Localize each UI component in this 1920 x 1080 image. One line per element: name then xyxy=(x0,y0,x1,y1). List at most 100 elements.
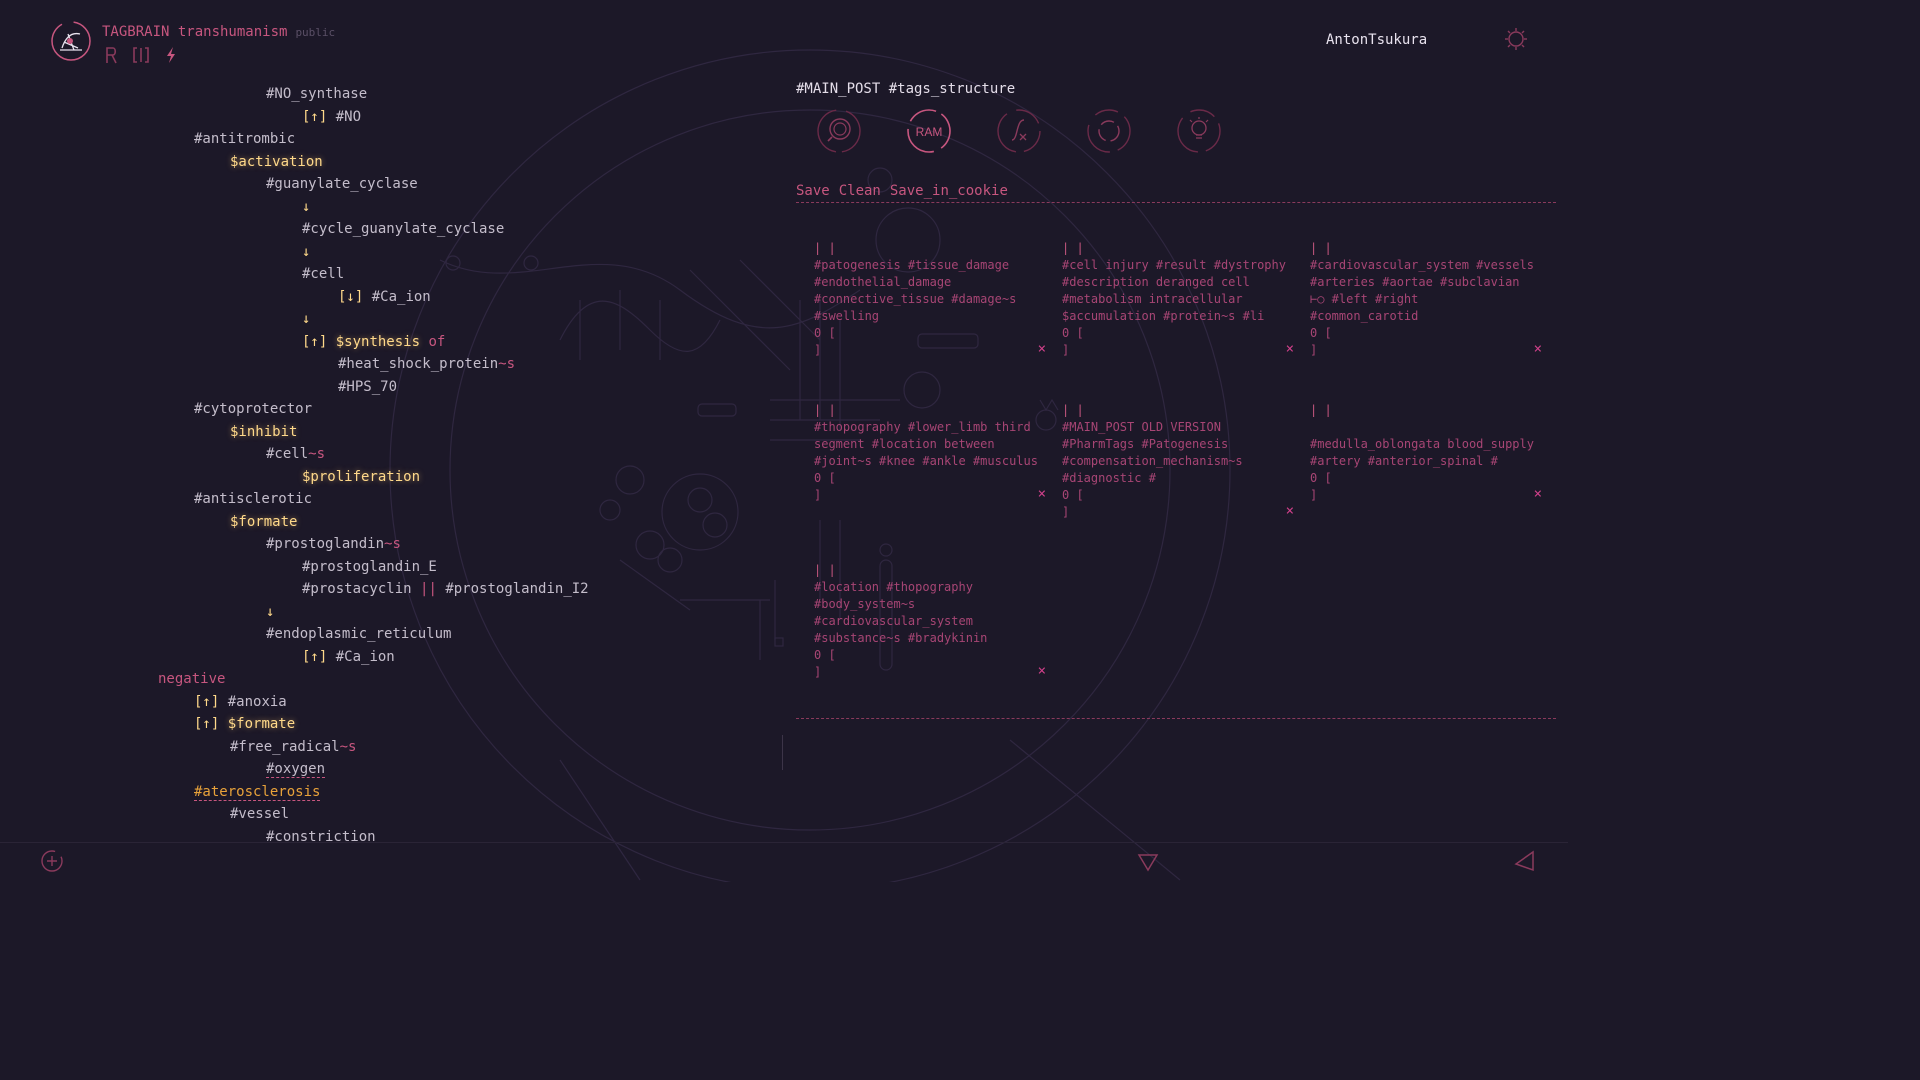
tree-row[interactable]: #free_radical~s xyxy=(230,737,356,757)
triangle-down-icon[interactable] xyxy=(1137,852,1159,876)
tag-card[interactable]: | | #cell injury #result #dystrophy #descr… xyxy=(1062,240,1294,359)
variable-tag: $synthesis xyxy=(335,333,421,350)
user-name[interactable]: AntonTsukura xyxy=(1326,32,1427,48)
tree-row[interactable]: #cycle_guanylate_cyclase xyxy=(302,219,504,239)
r-icon[interactable] xyxy=(104,46,118,68)
tree-row[interactable]: ↓ xyxy=(302,242,310,262)
tag-card[interactable]: | | #thopography #lower_limb third segment… xyxy=(814,402,1046,504)
tag-card[interactable]: | | #location #thopography #body_system~s #… xyxy=(814,562,1046,681)
tree-row[interactable]: #endoplasmic_reticulum xyxy=(266,624,451,644)
tree-row[interactable]: ↓ xyxy=(302,309,310,329)
card-tag-line: ⊢○ #left #right xyxy=(1310,292,1419,306)
card-tag-line xyxy=(1310,419,1542,436)
tree-row[interactable]: #antitrombic xyxy=(194,129,295,149)
card-tag-line: #thopography #lower_limb third xyxy=(814,420,1031,434)
tree-row[interactable]: #oxygen xyxy=(266,759,326,779)
tag-text: #vessel xyxy=(230,806,290,822)
arrow-bracket: [↑] xyxy=(302,648,328,665)
tag-card[interactable]: | | #patogenesis #tissue_damage #endotheli… xyxy=(814,240,1046,359)
tree-row[interactable]: [↑] #anoxia xyxy=(194,692,287,712)
card-close-icon[interactable]: × xyxy=(1534,486,1542,503)
card-count: 0 [ xyxy=(1310,326,1332,340)
plural-suffix: ~s xyxy=(339,738,357,755)
variable-tag: $formate xyxy=(230,513,298,530)
card-pipes: | | xyxy=(814,403,836,417)
card-close-icon[interactable]: × xyxy=(1286,341,1294,358)
tree-row[interactable]: #guanylate_cyclase xyxy=(266,174,418,194)
flow-arrow: ↓ xyxy=(302,198,311,215)
card-tag-line: #swelling xyxy=(814,309,880,323)
card-tag-line: #connective_tissue #damage~s xyxy=(814,292,1017,306)
card-tag-line: #diagnostic # xyxy=(1062,471,1156,485)
card-close-icon[interactable]: × xyxy=(1286,503,1294,520)
card-tag-line: #arteries #aortae #subclavian xyxy=(1310,275,1520,289)
tree-row[interactable]: negative xyxy=(158,669,225,689)
tree-row[interactable]: $formate xyxy=(230,512,297,532)
tag-text: #NO_synthase xyxy=(266,86,368,102)
card-bracket-close: ] × xyxy=(814,486,1046,503)
brand-name: TAGBRAIN transhumanism xyxy=(102,24,288,40)
visibility-label: public xyxy=(295,26,336,39)
tag-text: #cell xyxy=(266,446,309,462)
tree-row[interactable]: #cell xyxy=(302,264,344,284)
refresh-tool-icon[interactable] xyxy=(1086,108,1132,154)
settings-gear-icon[interactable] xyxy=(1504,27,1528,51)
app-logo[interactable] xyxy=(50,20,92,62)
tree-row[interactable]: [↑] $formate xyxy=(194,714,295,734)
clean-button[interactable]: Clean xyxy=(839,183,881,199)
tree-row[interactable]: #heat_shock_protein~s xyxy=(338,354,515,374)
tag-text: #cell xyxy=(302,266,345,282)
tree-row[interactable]: #prostoglandin_E xyxy=(302,557,437,577)
card-close-icon[interactable]: × xyxy=(1038,341,1046,358)
tag-card[interactable]: | | #cardiovascular_system #vessels #arter… xyxy=(1310,240,1542,359)
tree-row[interactable]: #cell~s xyxy=(266,444,325,464)
tree-row[interactable]: #prostacyclin || #prostoglandin_I2 xyxy=(302,579,589,599)
card-close-icon[interactable]: × xyxy=(1038,663,1046,680)
card-tag-line: #patogenesis #tissue_damage xyxy=(814,258,1010,272)
tree-row[interactable]: $activation xyxy=(230,152,323,172)
tag-card[interactable]: | | #MAIN_POST OLD VERSION #PharmTags #Pat… xyxy=(1062,402,1294,521)
bracket-icon[interactable] xyxy=(132,46,150,68)
search-tool-icon[interactable] xyxy=(816,108,862,154)
back-triangle-icon[interactable] xyxy=(1513,850,1535,876)
tree-row[interactable]: [↑] #Ca_ion xyxy=(302,647,395,667)
brand-title[interactable]: TAGBRAIN transhumanism public xyxy=(102,24,335,40)
tree-row[interactable]: #vessel xyxy=(230,804,289,824)
lightning-icon[interactable] xyxy=(164,46,178,68)
tree-row[interactable]: $inhibit xyxy=(230,422,297,442)
ram-label: RAM xyxy=(916,125,943,139)
function-tool-icon[interactable] xyxy=(996,108,1042,154)
or-separator: || xyxy=(420,581,437,597)
tag-card[interactable]: | | #medulla_oblongata blood_supply #arter… xyxy=(1310,402,1542,504)
card-tag-line: #medulla_oblongata blood_supply xyxy=(1310,437,1534,451)
tree-row[interactable]: $proliferation xyxy=(302,467,420,487)
ram-tool-icon[interactable]: RAM xyxy=(906,108,952,154)
tree-row[interactable]: #prostoglandin~s xyxy=(266,534,401,554)
variable-tag: $inhibit xyxy=(230,423,298,440)
tree-row[interactable]: [↑] $synthesis of xyxy=(302,332,445,352)
tree-row[interactable]: #cytoprotector xyxy=(194,399,312,419)
tag-text: #cytoprotector xyxy=(194,401,313,417)
card-close-icon[interactable]: × xyxy=(1534,341,1542,358)
card-close-icon[interactable]: × xyxy=(1038,486,1046,503)
tag-text: #NO xyxy=(335,108,362,125)
tree-row[interactable]: #NO_synthase xyxy=(266,84,367,104)
tree-row[interactable]: #HPS_70 xyxy=(338,377,397,397)
add-circle-icon[interactable] xyxy=(40,849,64,877)
tree-row[interactable]: ↓ xyxy=(302,197,310,217)
card-count: 0 [ xyxy=(814,648,836,662)
card-bracket-close: ] × xyxy=(1062,341,1294,358)
tree-row[interactable]: ↓ xyxy=(266,602,274,622)
tag-text: #Ca_ion xyxy=(335,648,395,665)
tree-row[interactable]: #antisclerotic xyxy=(194,489,312,509)
tree-row[interactable]: #aterosclerosis xyxy=(194,782,321,802)
save-in-cookie-button[interactable]: Save_in_cookie xyxy=(890,183,1008,199)
tree-row[interactable]: #constriction xyxy=(266,827,376,847)
card-pipes: | | xyxy=(814,241,836,255)
flow-arrow: ↓ xyxy=(266,603,275,620)
card-bracket-close: ] × xyxy=(814,341,1046,358)
lightbulb-tool-icon[interactable] xyxy=(1176,108,1222,154)
tree-row[interactable]: [↓] #Ca_ion xyxy=(338,287,431,307)
tree-row[interactable]: [↑] #NO xyxy=(302,107,361,127)
save-button[interactable]: Save xyxy=(796,183,830,199)
